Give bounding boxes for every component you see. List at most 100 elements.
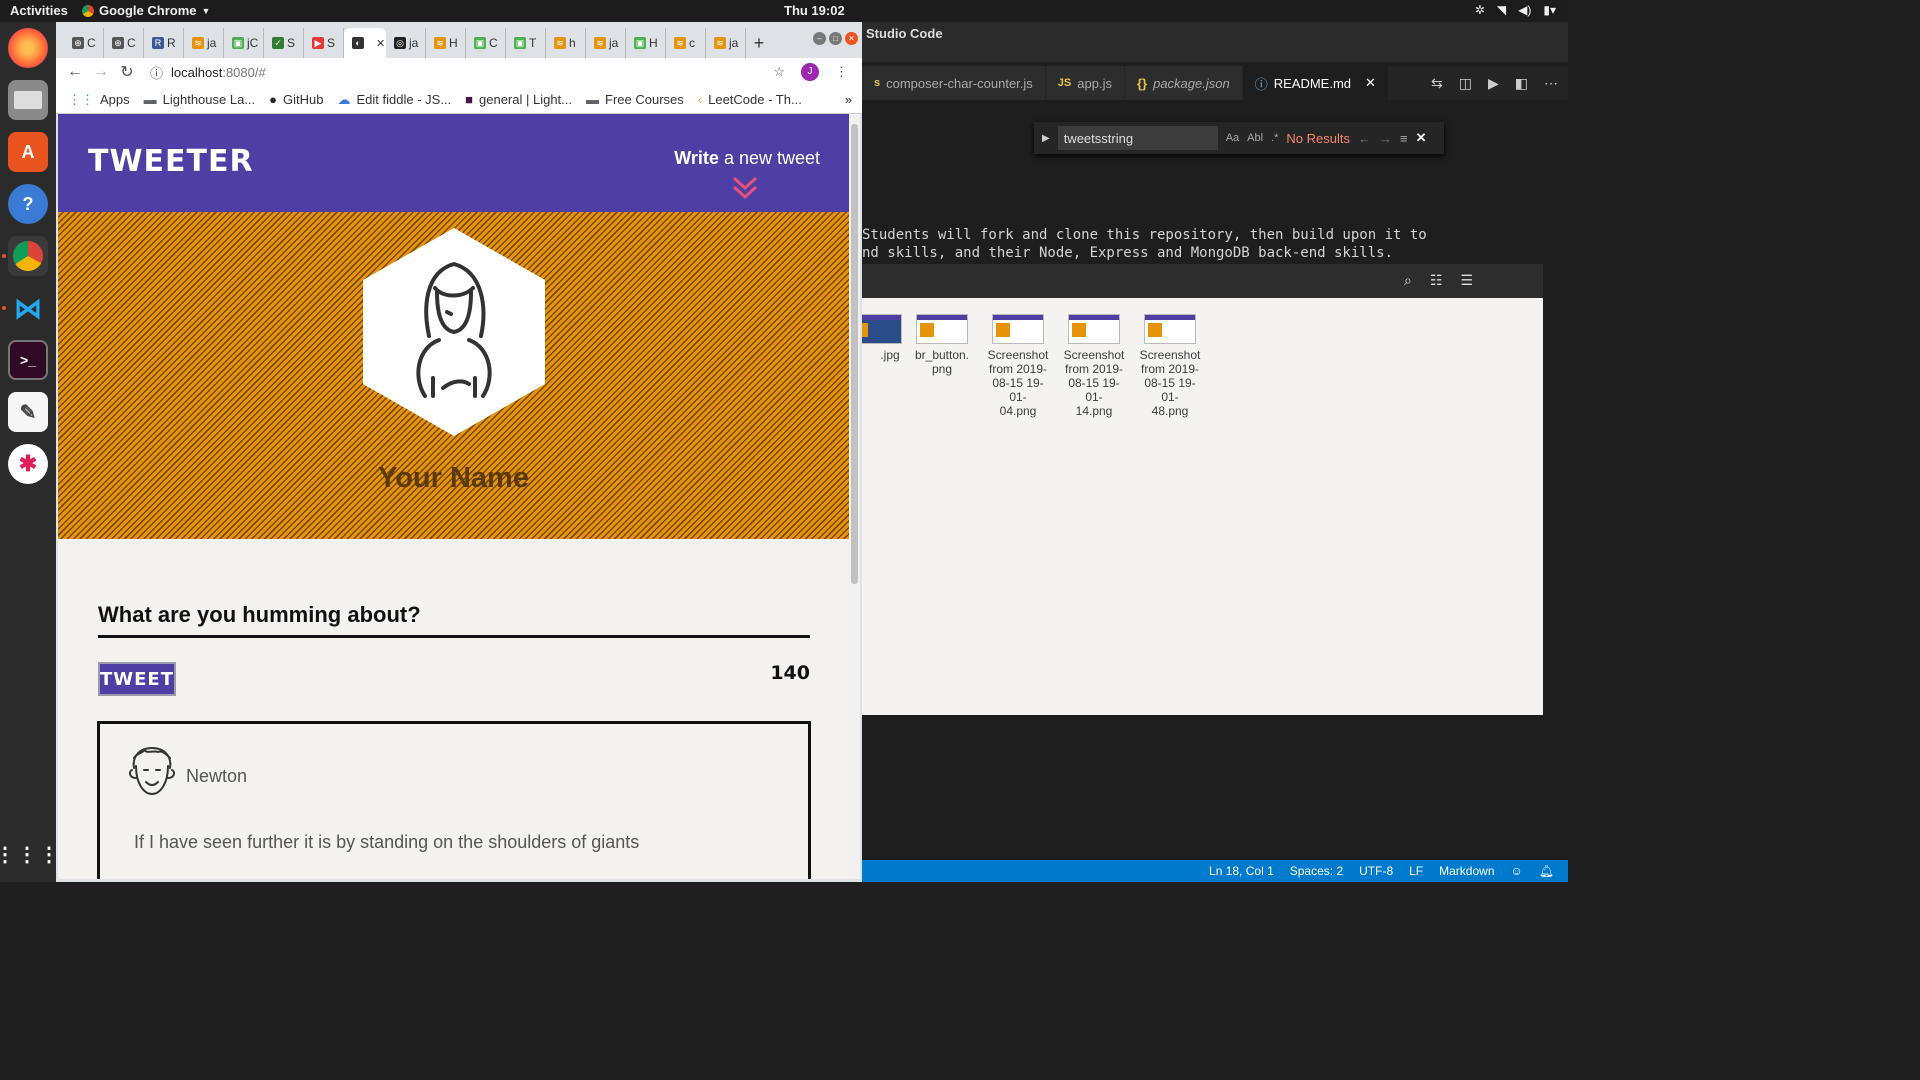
vscode-tab-package-json[interactable]: {} package.json <box>1124 66 1243 100</box>
language-mode[interactable]: Markdown <box>1439 864 1494 878</box>
find-input[interactable] <box>1057 126 1218 150</box>
site-logo[interactable]: TWEETER <box>88 144 254 179</box>
site-info-icon[interactable]: ⓘ <box>150 63 163 82</box>
forward-arrow-icon[interactable]: → <box>88 63 114 81</box>
volume-icon[interactable]: ◀) <box>1518 3 1531 17</box>
cursor-position[interactable]: Ln 18, Col 1 <box>1209 864 1274 878</box>
tweet-button[interactable]: TWEET <box>98 662 176 696</box>
bookmark-item[interactable]: ⋮⋮ Apps <box>68 92 130 108</box>
chrome-icon[interactable] <box>8 236 48 276</box>
browser-tab[interactable]: ≋ ja <box>706 28 746 58</box>
close-icon[interactable]: ✕ <box>1365 75 1376 91</box>
tweet-textarea[interactable]: What are you humming about? <box>98 602 810 638</box>
file-item[interactable]: br_button. png <box>908 314 976 376</box>
file-item[interactable]: Screenshot from 2019- 08-15 19-01- 04.pn… <box>984 314 1052 418</box>
vscode-tab-readme[interactable]: ⓘ README.md ✕ <box>1242 66 1389 100</box>
new-tab-button[interactable]: + <box>746 28 772 58</box>
toggle-replace-icon[interactable]: ▶ <box>1042 133 1050 144</box>
browser-tab[interactable]: ◎ ja <box>386 28 426 58</box>
bookmark-item[interactable]: ▬ Lighthouse La... <box>144 92 256 107</box>
search-icon[interactable]: ⌕ <box>1404 272 1412 289</box>
text-editor-icon[interactable]: ✎ <box>8 392 48 432</box>
vscode-icon[interactable]: ⋈ <box>8 288 48 328</box>
more-bookmarks-icon[interactable]: » <box>845 92 862 107</box>
activities-button[interactable]: Activities <box>10 3 68 18</box>
browser-tab[interactable]: ▣ T <box>506 28 546 58</box>
browser-tab[interactable]: ≋ H <box>426 28 466 58</box>
end-of-line[interactable]: LF <box>1409 864 1423 878</box>
software-center-icon[interactable]: A <box>8 132 48 172</box>
bookmark-item[interactable]: ‹ LeetCode - Th... <box>698 92 802 107</box>
view-options-icon[interactable]: ☷ <box>1430 272 1443 289</box>
encoding[interactable]: UTF-8 <box>1359 864 1393 878</box>
regex-toggle[interactable]: .* <box>1271 132 1278 144</box>
wifi-icon[interactable]: ◥ <box>1497 3 1506 17</box>
split-editor-icon[interactable]: ◧ <box>1515 75 1528 92</box>
omnibar-actions: ☆ J ⋮ <box>773 63 862 81</box>
bookmark-item[interactable]: ▬ Free Courses <box>586 92 684 107</box>
feedback-icon[interactable]: ☺ <box>1511 864 1523 878</box>
match-word-toggle[interactable]: Abl <box>1247 132 1263 144</box>
address-bar[interactable]: ⓘ localhost:8080/# <box>150 63 266 82</box>
run-icon[interactable]: ▶ <box>1488 75 1499 92</box>
browser-tab[interactable]: ▣ C <box>466 28 506 58</box>
scrollbar-thumb[interactable] <box>851 124 858 584</box>
preview-icon[interactable]: ◫ <box>1459 75 1472 92</box>
open-changes-icon[interactable]: ⇆ <box>1431 75 1443 92</box>
files-icon[interactable] <box>8 80 48 120</box>
minimize-button[interactable]: – <box>813 32 826 45</box>
menu-icon[interactable]: ☰ <box>1460 272 1473 289</box>
back-arrow-icon[interactable]: ← <box>62 63 88 81</box>
bookmark-item[interactable]: ■ general | Light... <box>465 92 572 107</box>
browser-tab[interactable]: ▣ jC <box>224 28 264 58</box>
show-applications-icon[interactable]: ⋮⋮⋮ <box>0 834 59 874</box>
browser-tab[interactable]: ⊕ C <box>64 28 104 58</box>
browser-tab[interactable]: ⊕ C <box>104 28 144 58</box>
file-item[interactable]: Screenshot from 2019- 08-15 19-01- 48.pn… <box>1136 314 1204 418</box>
more-actions-icon[interactable]: ⋯ <box>1544 75 1558 92</box>
browser-tab-active[interactable]: ◐ ✕ <box>344 28 386 58</box>
system-tray[interactable]: ✲ ◥ ◀) ▮▾ <box>1475 3 1556 17</box>
write-new-tweet-link[interactable]: Write a new tweet <box>674 148 820 169</box>
notifications-icon[interactable]: 🔔︎ <box>1539 864 1554 878</box>
browser-tab[interactable]: ≋ ja <box>184 28 224 58</box>
browser-tab[interactable]: ▶ S <box>304 28 344 58</box>
browser-tab[interactable]: ✓ S <box>264 28 304 58</box>
network-applet-icon[interactable]: ✲ <box>1475 3 1485 17</box>
find-in-selection-icon[interactable]: ≡ <box>1400 131 1408 146</box>
file-item[interactable]: Screenshot from 2019- 08-15 19-01- 14.pn… <box>1060 314 1128 418</box>
app-menu[interactable]: Google Chrome ▼ <box>82 3 210 18</box>
close-window-button[interactable]: ✕ <box>845 32 858 45</box>
bookmark-label: Edit fiddle - JS... <box>356 92 452 107</box>
reload-icon[interactable]: ↻ <box>114 62 140 82</box>
bookmark-star-icon[interactable]: ☆ <box>773 64 785 80</box>
chrome-menu-icon[interactable]: ⋮ <box>835 64 848 80</box>
browser-tab[interactable]: RR <box>144 28 184 58</box>
help-icon[interactable]: ? <box>8 184 48 224</box>
close-tab-icon[interactable]: ✕ <box>376 37 385 50</box>
browser-tab[interactable]: ≋ ja <box>586 28 626 58</box>
close-icon[interactable]: ✕ <box>1416 130 1427 146</box>
clock[interactable]: Thu 19:02 <box>784 3 845 18</box>
browser-tab[interactable]: ▣ H <box>626 28 666 58</box>
vscode-tab-app-js[interactable]: JS app.js <box>1045 66 1125 100</box>
match-case-toggle[interactable]: Aa <box>1226 132 1239 144</box>
slack-icon[interactable]: ✱ <box>8 444 48 484</box>
previous-match-icon[interactable]: ← <box>1358 131 1371 146</box>
next-match-icon[interactable]: → <box>1379 131 1392 146</box>
bookmark-item[interactable]: ☁ Edit fiddle - JS... <box>338 92 452 108</box>
double-chevron-down-icon[interactable] <box>732 174 758 202</box>
vscode-tab-composer-char-counter[interactable]: s composer-char-counter.js <box>862 66 1046 100</box>
editor-text[interactable]: Students will fork and clone this reposi… <box>862 226 1427 262</box>
firefox-icon[interactable] <box>8 28 48 68</box>
terminal-icon[interactable]: >_ <box>8 340 48 380</box>
battery-icon[interactable]: ▮▾ <box>1543 3 1556 17</box>
bookmark-item[interactable]: ● GitHub <box>269 92 323 107</box>
maximize-button[interactable]: □ <box>829 32 842 45</box>
indentation[interactable]: Spaces: 2 <box>1290 864 1343 878</box>
browser-tab[interactable]: ≋ h <box>546 28 586 58</box>
page-scrollbar[interactable] <box>849 114 860 879</box>
profile-avatar[interactable]: J <box>801 63 819 81</box>
chrome-window: ⊕ C ⊕ C R R ≋ ja ▣ jC ✓ S ▶ S ◐ ✕ ◎ ja ≋ H ▣ C ▣ T ≋ h ≋ ja ▣ H ≋ c ≋ ja +… <box>56 22 862 882</box>
browser-tab[interactable]: ≋ c <box>666 28 706 58</box>
